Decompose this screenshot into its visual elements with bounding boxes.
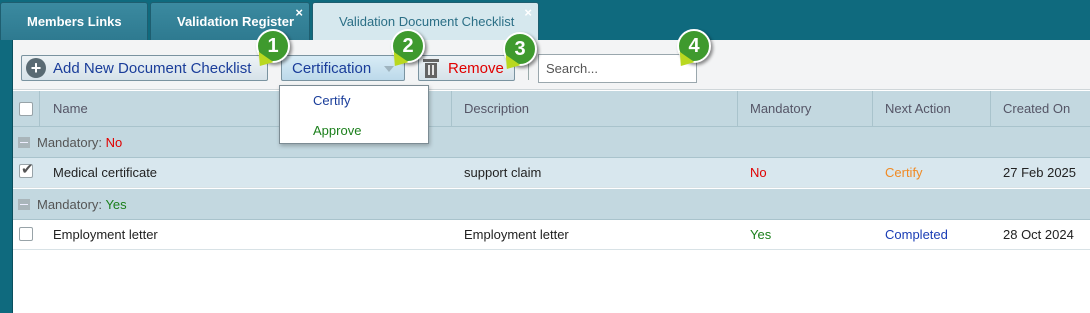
group-value: No (105, 135, 123, 150)
certification-menu: Certify Approve (279, 85, 429, 144)
search-input[interactable] (538, 54, 697, 83)
group-value: Yes (105, 197, 127, 212)
tab-bar: Members Links Validation Register × Vali… (0, 0, 1090, 40)
cell-name: Medical certificate (53, 165, 158, 180)
add-button-label: Add New Document Checklist (53, 59, 252, 77)
column-header-next-action[interactable]: Next Action (873, 91, 991, 127)
toolbar: + Add New Document Checklist Certificati… (13, 40, 1090, 90)
row-checkbox[interactable] (19, 160, 34, 178)
cell-mandatory: Yes (750, 227, 772, 242)
chevron-down-icon (384, 66, 394, 72)
plus-circle-icon: + (26, 58, 46, 78)
group-label: Mandatory: (37, 135, 103, 150)
callout-badge-2: 2 (391, 29, 425, 63)
remove-button-label: Remove (448, 59, 504, 77)
table-row[interactable]: Medical certificate support claim No Cer… (13, 158, 1090, 188)
tab-label: Members Links (27, 14, 122, 29)
column-header-mandatory[interactable]: Mandatory (738, 91, 873, 127)
close-icon[interactable]: × (524, 6, 532, 19)
cell-mandatory: No (750, 165, 767, 180)
row-checkbox[interactable] (19, 227, 33, 241)
select-all-cell (13, 91, 40, 127)
certification-dropdown-button[interactable]: Certification (281, 55, 405, 81)
tab-validation-document-checklist[interactable]: Validation Document Checklist × (312, 2, 539, 40)
cell-created-on: 27 Feb 2025 (1003, 165, 1077, 180)
column-header-created-on[interactable]: Created On (991, 91, 1090, 127)
table-row[interactable]: Employment letter Employment letter Yes … (13, 220, 1090, 250)
checklist-panel: + Add New Document Checklist Certificati… (12, 40, 1090, 313)
add-new-document-checklist-button[interactable]: + Add New Document Checklist (21, 55, 268, 81)
cell-created-on: 28 Oct 2024 (1003, 227, 1074, 242)
tab-label: Validation Document Checklist (339, 14, 515, 29)
collapse-icon[interactable] (18, 137, 30, 148)
cell-next-action[interactable]: Certify (885, 165, 923, 180)
callout-badge-4: 4 (677, 29, 711, 63)
column-header-description[interactable]: Description (452, 91, 738, 127)
grid-header: Name Description Mandatory Next Action C… (13, 91, 1090, 127)
group-row-mandatory-no[interactable]: Mandatory: No (13, 127, 1090, 158)
cell-next-action[interactable]: Completed (885, 227, 948, 242)
trash-icon (423, 58, 439, 78)
cell-name: Employment letter (53, 227, 158, 242)
group-label: Mandatory: (37, 197, 103, 212)
collapse-icon[interactable] (18, 199, 30, 210)
menu-item-approve[interactable]: Approve (313, 123, 361, 138)
certification-label: Certification (292, 59, 372, 77)
select-all-checkbox[interactable] (19, 102, 33, 116)
remove-button[interactable]: Remove (418, 55, 515, 81)
cell-description: support claim (464, 165, 542, 180)
tab-label: Validation Register (177, 14, 295, 29)
tab-members-links[interactable]: Members Links (0, 2, 148, 40)
callout-badge-1: 1 (256, 29, 290, 63)
menu-item-certify[interactable]: Certify (313, 93, 351, 108)
group-row-mandatory-yes[interactable]: Mandatory: Yes (13, 189, 1090, 220)
callout-badge-3: 3 (503, 32, 537, 66)
cell-description: Employment letter (464, 227, 569, 242)
close-icon[interactable]: × (295, 6, 303, 19)
